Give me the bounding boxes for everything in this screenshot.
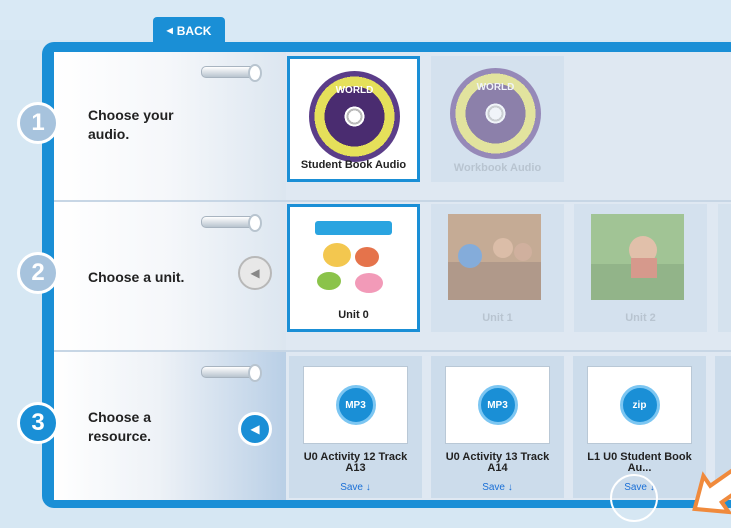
download-arrow-icon: ↓ [365, 482, 371, 493]
step-2-number: 2 [17, 252, 59, 294]
audio-card-workbook[interactable]: WORLD Workbook Audio [431, 56, 564, 182]
step-3-label: Choose a resource. [88, 409, 152, 444]
step-2-panel: Choose a unit. ◀ [54, 202, 286, 350]
back-button[interactable]: ◀ BACK [153, 17, 225, 44]
unit-card-2[interactable]: Unit 2 [574, 204, 707, 332]
resource-title: L1 U0 Student Book Au... [587, 452, 692, 474]
audio-card-label: Workbook Audio [453, 162, 542, 174]
row-choose-unit: Choose a unit. ◀ Unit 0 Unit 1 Unit 2 [54, 202, 731, 352]
unit-prev-button[interactable]: ◀ [238, 256, 272, 290]
unit-card-next-partial[interactable] [718, 204, 731, 332]
step-1-label: Choose your audio. [88, 107, 174, 142]
highlight-circle [610, 474, 658, 522]
top-bar [0, 0, 731, 40]
unit-1-thumbnail-icon [448, 214, 541, 300]
save-link[interactable]: Save ↓ [431, 482, 564, 493]
cd-icon: WORLD [309, 71, 400, 162]
resource-prev-button[interactable]: ◀ [238, 412, 272, 446]
step-3-number: 3 [17, 402, 59, 444]
mp3-icon: MP3 [335, 385, 376, 425]
resource-thumbnail: MP3 [303, 366, 408, 444]
resource-card-1[interactable]: MP3 U0 Activity 12 Track A13 Save ↓ [289, 356, 422, 498]
ring-icon [201, 214, 262, 232]
download-arrow-icon: ↓ [507, 482, 513, 493]
resource-title: U0 Activity 13 Track A14 [445, 452, 550, 474]
unit-card-label: Unit 2 [625, 312, 656, 324]
resource-card-2[interactable]: MP3 U0 Activity 13 Track A14 Save ↓ [431, 356, 564, 498]
chevron-left-icon: ◀ [250, 266, 260, 280]
step-1-panel: Choose your audio. [54, 52, 286, 200]
step-2-label: Choose a unit. [88, 269, 185, 285]
audio-card-student-book[interactable]: WORLD Student Book Audio [287, 56, 420, 182]
zip-icon: zip [619, 385, 660, 425]
unit-0-thumbnail-icon [307, 217, 400, 303]
resource-title: U0 Activity 12 Track A13 [303, 452, 408, 474]
mp3-icon: MP3 [477, 385, 518, 425]
cd-icon: WORLD [450, 68, 541, 159]
pointer-arrow-icon [692, 468, 731, 515]
step-1-number: 1 [17, 102, 59, 144]
audio-card-label: Student Book Audio [300, 159, 407, 171]
save-link[interactable]: Save ↓ [289, 482, 422, 493]
back-label: BACK [176, 23, 212, 38]
unit-2-thumbnail-icon [591, 214, 684, 300]
triangle-left-icon: ◀ [166, 26, 173, 35]
content-panel: Choose your audio. WORLD Student Book Au… [54, 52, 731, 500]
resource-thumbnail: zip [587, 366, 692, 444]
ring-icon [201, 64, 262, 82]
unit-card-label: Unit 0 [338, 309, 369, 321]
ring-icon [201, 364, 262, 382]
step-3-panel: Choose a resource. ◀ [54, 352, 286, 500]
unit-card-1[interactable]: Unit 1 [431, 204, 564, 332]
chevron-left-icon: ◀ [250, 422, 260, 436]
unit-card-0[interactable]: Unit 0 [287, 204, 420, 332]
resource-thumbnail: MP3 [445, 366, 550, 444]
unit-card-label: Unit 1 [482, 312, 513, 324]
row-choose-audio: Choose your audio. WORLD Student Book Au… [54, 52, 731, 202]
